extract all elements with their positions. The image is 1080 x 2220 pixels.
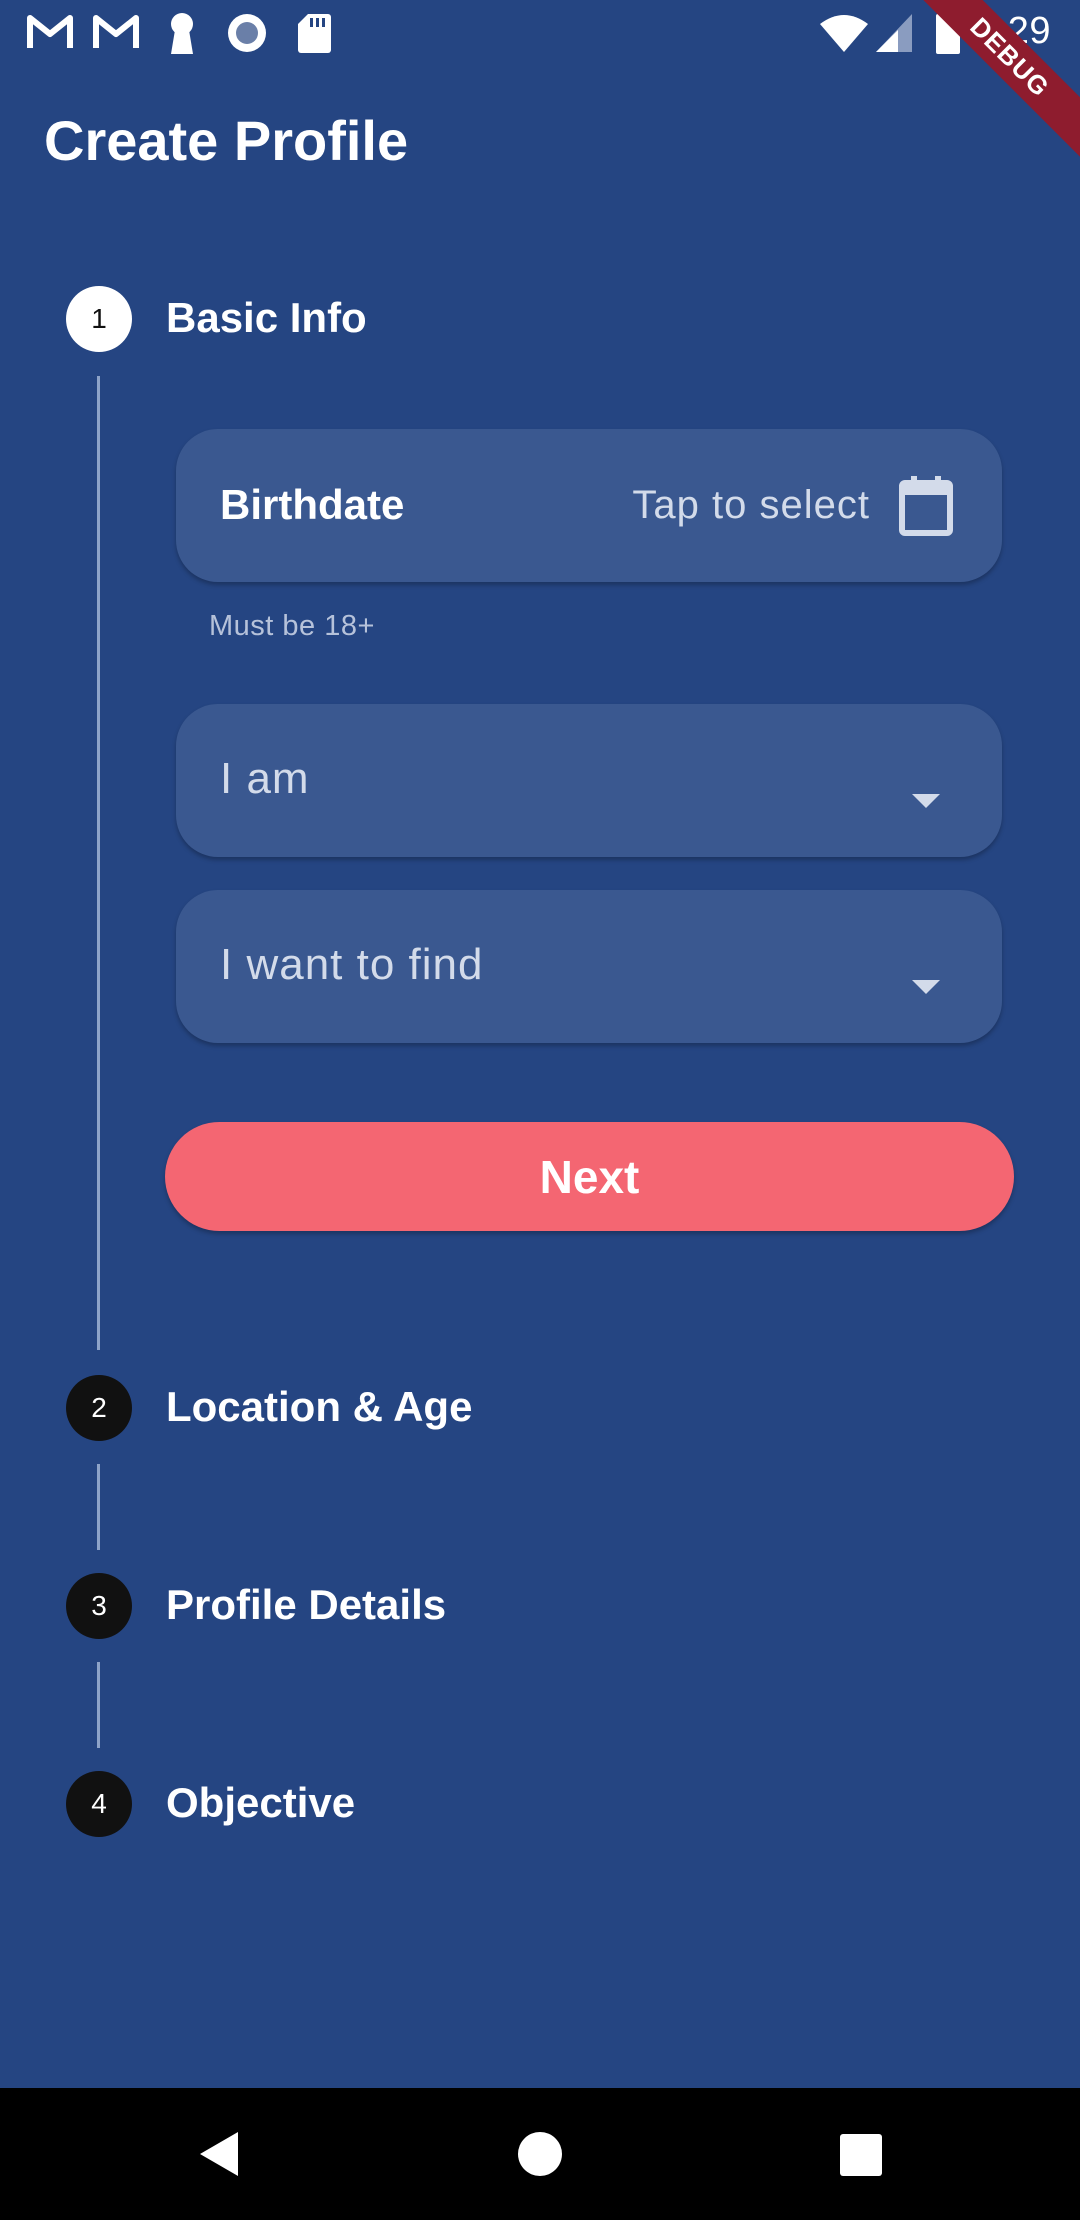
signal-icon bbox=[876, 14, 912, 52]
dropdown-arrow-icon bbox=[912, 794, 940, 808]
step-connector bbox=[97, 376, 100, 1350]
battery-icon bbox=[936, 10, 960, 54]
seeking-dropdown-label: I want to find bbox=[220, 940, 484, 989]
birthdate-label: Birthdate bbox=[220, 481, 405, 528]
step-connector bbox=[97, 1464, 100, 1550]
step-number-2: 2 bbox=[66, 1375, 132, 1441]
step-number-3: 3 bbox=[66, 1573, 132, 1639]
navigation-bar bbox=[0, 2088, 1080, 2220]
status-bar: 1:29 DEBUG bbox=[0, 0, 1080, 164]
home-icon[interactable] bbox=[518, 2132, 562, 2176]
wifi-icon bbox=[820, 15, 868, 52]
step-number-4: 4 bbox=[66, 1771, 132, 1837]
next-button[interactable]: Next bbox=[165, 1122, 1014, 1231]
sd-card-icon bbox=[298, 14, 331, 53]
birthdate-picker[interactable]: Birthdate Tap to select bbox=[176, 429, 1002, 582]
gender-dropdown-label: I am bbox=[220, 754, 310, 803]
birthdate-value: Tap to select bbox=[632, 483, 870, 527]
back-icon[interactable] bbox=[200, 2132, 238, 2176]
seeking-dropdown[interactable]: I want to find bbox=[176, 890, 1002, 1043]
gmail-icon bbox=[93, 15, 139, 48]
calendar-icon[interactable] bbox=[898, 475, 954, 537]
step-title-3: Profile Details bbox=[166, 1581, 447, 1628]
keyhole-icon bbox=[171, 13, 193, 54]
recents-icon[interactable] bbox=[840, 2134, 882, 2176]
dropdown-arrow-icon bbox=[912, 980, 940, 994]
step-title-2: Location & Age bbox=[166, 1383, 473, 1430]
record-icon bbox=[228, 14, 266, 52]
birthdate-helper: Must be 18+ bbox=[209, 610, 375, 642]
gmail-icon bbox=[27, 15, 73, 48]
page-title: Create Profile bbox=[44, 109, 409, 172]
step-connector bbox=[97, 1662, 100, 1748]
step-title-1: Basic Info bbox=[166, 294, 367, 341]
step-number-1: 1 bbox=[66, 286, 132, 352]
gender-dropdown[interactable]: I am bbox=[176, 704, 1002, 857]
step-title-4: Objective bbox=[166, 1779, 356, 1826]
status-time: 1:29 bbox=[975, 10, 1051, 52]
